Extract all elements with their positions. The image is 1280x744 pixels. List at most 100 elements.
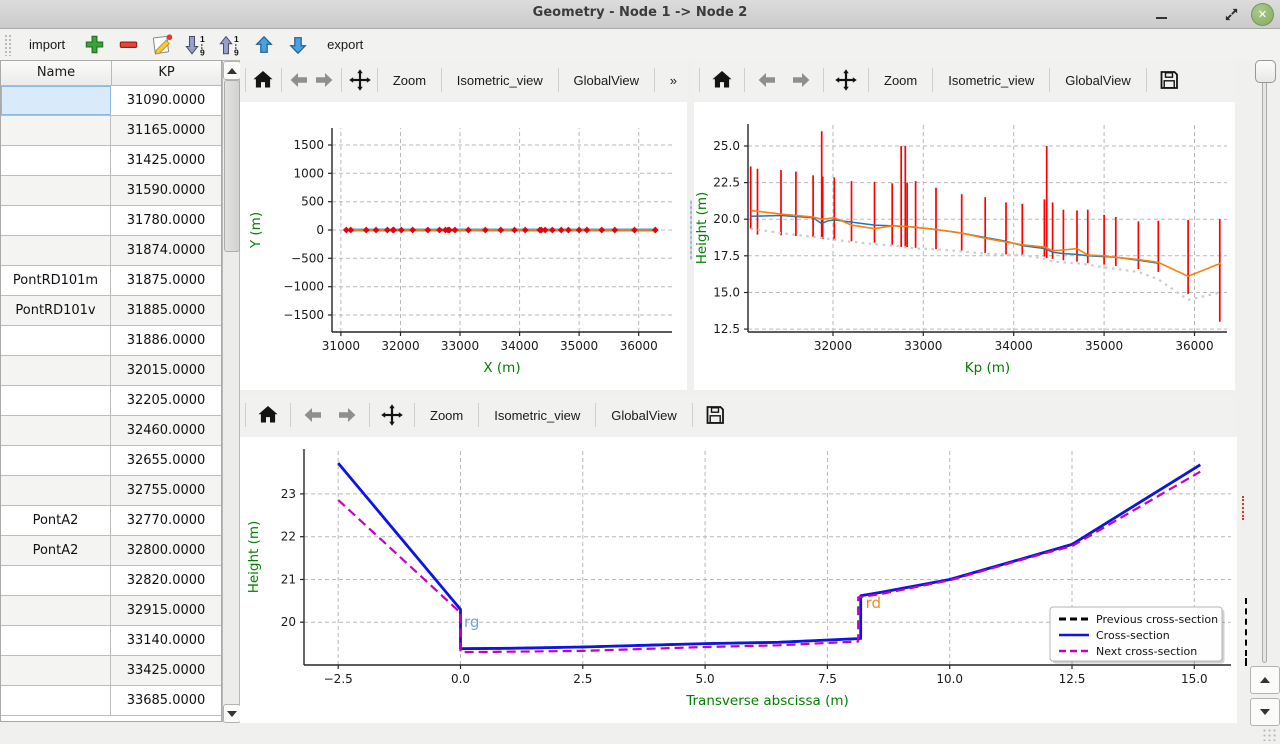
pane-down-button[interactable] — [1250, 698, 1280, 726]
home-button[interactable] — [251, 64, 276, 96]
name-cell[interactable] — [1, 596, 111, 625]
kp-cell[interactable]: 32820.0000 — [111, 566, 221, 595]
back-button[interactable] — [296, 399, 330, 431]
name-cell[interactable] — [1, 146, 111, 175]
forward-button[interactable] — [784, 64, 818, 96]
minimize-button[interactable] — [1150, 4, 1172, 24]
pan-button[interactable] — [829, 64, 863, 96]
name-cell[interactable]: PontRD101m — [1, 266, 111, 295]
remove-row-button[interactable] — [113, 31, 143, 59]
name-cell[interactable] — [1, 386, 111, 415]
name-cell[interactable] — [1, 326, 111, 355]
name-cell[interactable] — [1, 476, 111, 505]
svg-text:33000: 33000 — [441, 339, 479, 353]
name-cell[interactable]: PontRD101v — [1, 296, 111, 325]
zoom-button[interactable]: Zoom — [420, 402, 473, 429]
kp-cell[interactable]: 32015.0000 — [111, 356, 221, 385]
table-scroll-up-button[interactable] — [223, 61, 241, 80]
name-cell[interactable] — [1, 116, 111, 145]
back-button[interactable] — [750, 64, 784, 96]
column-header-name[interactable]: Name — [1, 61, 112, 85]
profile-view-figure[interactable]: 320003300034000350003600012.515.017.520.… — [694, 102, 1235, 390]
kp-cell[interactable]: 32770.0000 — [111, 506, 221, 535]
vertical-splitter[interactable] — [687, 60, 694, 390]
back-button[interactable] — [286, 64, 311, 96]
save-button[interactable] — [1152, 64, 1186, 96]
kp-cell[interactable]: 32205.0000 — [111, 386, 221, 415]
globalview-button[interactable]: GlobalView — [563, 67, 649, 94]
globalview-button[interactable]: GlobalView — [1055, 67, 1141, 94]
sort-ascending-button[interactable]: 1 9 — [215, 31, 245, 59]
name-cell[interactable] — [1, 566, 111, 595]
kp-cell[interactable]: 31874.0000 — [111, 236, 221, 265]
zoom-button[interactable]: Zoom — [874, 67, 927, 94]
pan-button[interactable] — [347, 64, 372, 96]
edit-button[interactable] — [147, 31, 177, 59]
titlebar[interactable]: Geometry - Node 1 -> Node 2 ✕ — [0, 0, 1280, 29]
kp-cell[interactable]: 31886.0000 — [111, 326, 221, 355]
kp-cell[interactable]: 31780.0000 — [111, 206, 221, 235]
kp-cell[interactable]: 31165.0000 — [111, 116, 221, 145]
svg-text:20.0: 20.0 — [713, 212, 740, 226]
kp-cell[interactable]: 33685.0000 — [111, 686, 221, 715]
isometric-view-button[interactable]: Isometric_view — [447, 67, 553, 94]
move-up-button[interactable] — [249, 31, 279, 59]
name-cell[interactable] — [1, 446, 111, 475]
zoom-button[interactable]: Zoom — [383, 67, 436, 94]
import-button[interactable]: import — [17, 32, 77, 57]
home-button[interactable] — [251, 399, 285, 431]
vertical-slider-track[interactable] — [1262, 63, 1267, 663]
name-cell[interactable]: PontA2 — [1, 536, 111, 565]
save-button[interactable] — [698, 399, 732, 431]
vertical-slider-handle[interactable] — [1255, 60, 1276, 83]
kp-cell[interactable]: 31425.0000 — [111, 146, 221, 175]
pane-up-button[interactable] — [1250, 666, 1280, 694]
name-cell[interactable] — [1, 86, 111, 115]
kp-cell[interactable]: 32460.0000 — [111, 416, 221, 445]
forward-button[interactable] — [330, 399, 364, 431]
kp-cell[interactable]: 32755.0000 — [111, 476, 221, 505]
forward-button[interactable] — [311, 64, 336, 96]
window-resize-grip[interactable] — [1262, 728, 1276, 741]
toolbar-overflow-button[interactable]: » — [660, 67, 687, 94]
pan-button[interactable] — [375, 399, 409, 431]
toolbar-drag-handle[interactable] — [4, 34, 11, 56]
isometric-view-button[interactable]: Isometric_view — [484, 402, 590, 429]
table-scroll-down-button[interactable] — [223, 704, 241, 723]
name-cell[interactable] — [1, 356, 111, 385]
add-row-button[interactable] — [79, 31, 109, 59]
name-cell[interactable]: PontA2 — [1, 506, 111, 535]
kp-cell[interactable]: 33140.0000 — [111, 626, 221, 655]
kp-cell[interactable]: 32800.0000 — [111, 536, 221, 565]
kp-cell[interactable]: 31590.0000 — [111, 176, 221, 205]
column-header-kp[interactable]: KP — [112, 61, 221, 85]
globalview-button[interactable]: GlobalView — [601, 402, 687, 429]
table-body: 31090.000031165.000031425.000031590.0000… — [1, 86, 221, 716]
move-down-button[interactable] — [283, 31, 313, 59]
isometric-view-button[interactable]: Isometric_view — [938, 67, 1044, 94]
kp-cell[interactable]: 32915.0000 — [111, 596, 221, 625]
cross-section-figure[interactable]: −2.50.02.55.07.510.012.515.020212223rgrd… — [240, 437, 1237, 723]
restore-button[interactable] — [1220, 4, 1242, 24]
home-button[interactable] — [705, 64, 739, 96]
kp-cell[interactable]: 31875.0000 — [111, 266, 221, 295]
table-row: 32460.0000 — [1, 416, 221, 446]
name-cell[interactable] — [1, 416, 111, 445]
name-cell[interactable] — [1, 626, 111, 655]
sort-descending-button[interactable]: 1 9 — [181, 31, 211, 59]
name-cell[interactable] — [1, 236, 111, 265]
kp-cell[interactable]: 33425.0000 — [111, 656, 221, 685]
export-button[interactable]: export — [315, 32, 375, 57]
kp-cell[interactable]: 31090.0000 — [111, 86, 221, 115]
table-scrollbar-thumb[interactable] — [224, 80, 240, 252]
kp-cell[interactable]: 32655.0000 — [111, 446, 221, 475]
svg-text:Height (m): Height (m) — [694, 192, 710, 265]
close-button[interactable]: ✕ — [1251, 3, 1274, 26]
svg-text:36000: 36000 — [620, 339, 658, 353]
name-cell[interactable] — [1, 656, 111, 685]
name-cell[interactable] — [1, 686, 111, 715]
name-cell[interactable] — [1, 206, 111, 235]
plan-view-figure[interactable]: 310003200033000340003500036000−1500−1000… — [240, 102, 687, 390]
kp-cell[interactable]: 31885.0000 — [111, 296, 221, 325]
name-cell[interactable] — [1, 176, 111, 205]
